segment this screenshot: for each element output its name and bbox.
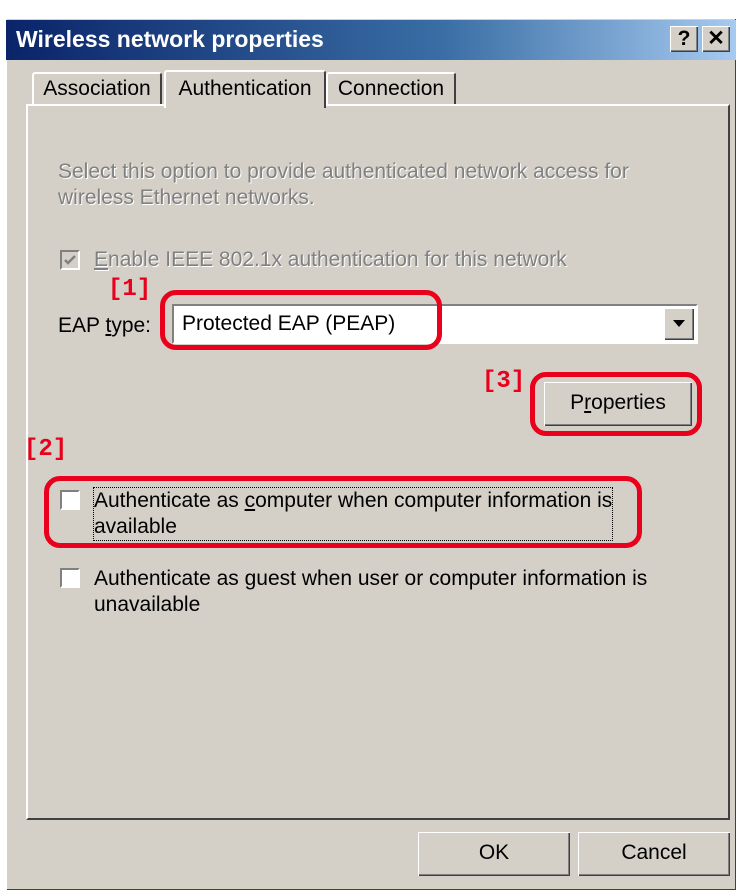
help-button[interactable]: ? [670, 26, 698, 52]
auth-guest-label[interactable]: Authenticate as guest when user or compu… [94, 566, 647, 618]
tab-panel [26, 104, 730, 820]
tab-authentication[interactable]: Authentication [164, 70, 326, 108]
highlight-properties [530, 372, 702, 436]
eap-type-label: EAP type: [58, 314, 152, 337]
dropdown-button[interactable] [664, 308, 694, 340]
ok-button[interactable]: OK [418, 832, 570, 876]
title-bar[interactable]: Wireless network properties ? ✕ [6, 20, 736, 60]
annotation-marker-1: [1] [108, 276, 152, 303]
annotation-marker-2: [2] [24, 436, 68, 463]
cancel-button[interactable]: Cancel [578, 832, 730, 876]
chevron-down-icon [673, 320, 685, 327]
checkmark-icon [64, 255, 76, 265]
window-title: Wireless network properties [16, 26, 324, 52]
auth-guest-checkbox[interactable] [60, 568, 80, 588]
close-button[interactable]: ✕ [702, 26, 730, 52]
highlight-eap-type [160, 290, 442, 350]
description-line-1: Select this option to provide authentica… [58, 160, 629, 183]
highlight-auth-computer [44, 476, 642, 548]
enable-8021x-label: Enable IEEE 802.1x authentication for th… [94, 248, 567, 271]
annotation-marker-3: [3] [482, 368, 526, 395]
tab-association[interactable]: Association [32, 72, 162, 106]
tab-connection[interactable]: Connection [326, 72, 456, 106]
enable-8021x-checkbox[interactable] [60, 250, 80, 270]
description-line-2: wireless Ethernet networks. [58, 186, 315, 209]
